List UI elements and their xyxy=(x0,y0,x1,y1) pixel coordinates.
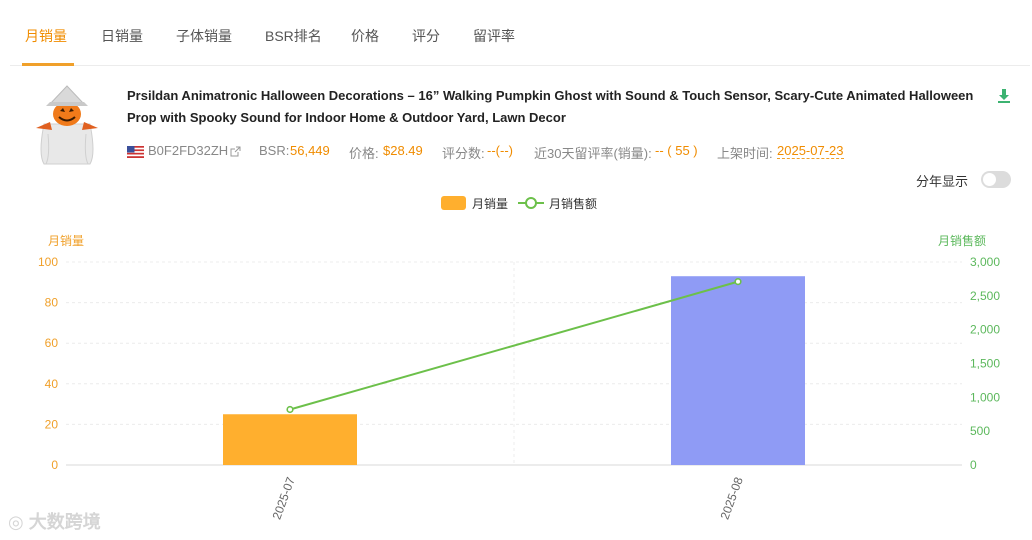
watermark-logo-icon: ◎ xyxy=(8,512,24,532)
right-axis-tick-label: 500 xyxy=(970,424,990,438)
sales-chart: 0 20 40 60 80 100 0 500 1,000 1,500 2,000 2,500 3,00… xyxy=(38,255,1000,521)
left-axis-tick-label: 60 xyxy=(45,336,59,350)
bar-2025-07 xyxy=(223,414,357,465)
left-axis-tick-label: 100 xyxy=(38,255,58,269)
bar-2025-08 xyxy=(671,276,805,465)
watermark-text: 大数跨境 xyxy=(28,512,101,532)
watermark-logo: ◎ 大数跨境 xyxy=(8,508,101,534)
x-axis-tick-label: 2025-07 xyxy=(270,475,298,521)
right-axis-tick-label: 1,500 xyxy=(970,357,1000,371)
right-axis-tick-label: 1,000 xyxy=(970,390,1000,404)
left-axis-tick-label: 40 xyxy=(45,377,59,391)
left-axis-tick-label: 80 xyxy=(45,296,59,310)
right-axis-tick-label: 0 xyxy=(970,458,977,472)
left-axis-tick-label: 0 xyxy=(51,458,58,472)
line-point-2025-08 xyxy=(734,278,742,286)
right-axis-tick-label: 2,000 xyxy=(970,323,1000,337)
line-point-2025-07 xyxy=(286,405,294,414)
right-axis-tick-label: 2,500 xyxy=(970,289,1000,303)
x-axis-tick-label: 2025-08 xyxy=(718,475,746,521)
right-axis-tick-label: 3,000 xyxy=(970,255,1000,269)
left-axis-tick-label: 20 xyxy=(45,417,59,431)
